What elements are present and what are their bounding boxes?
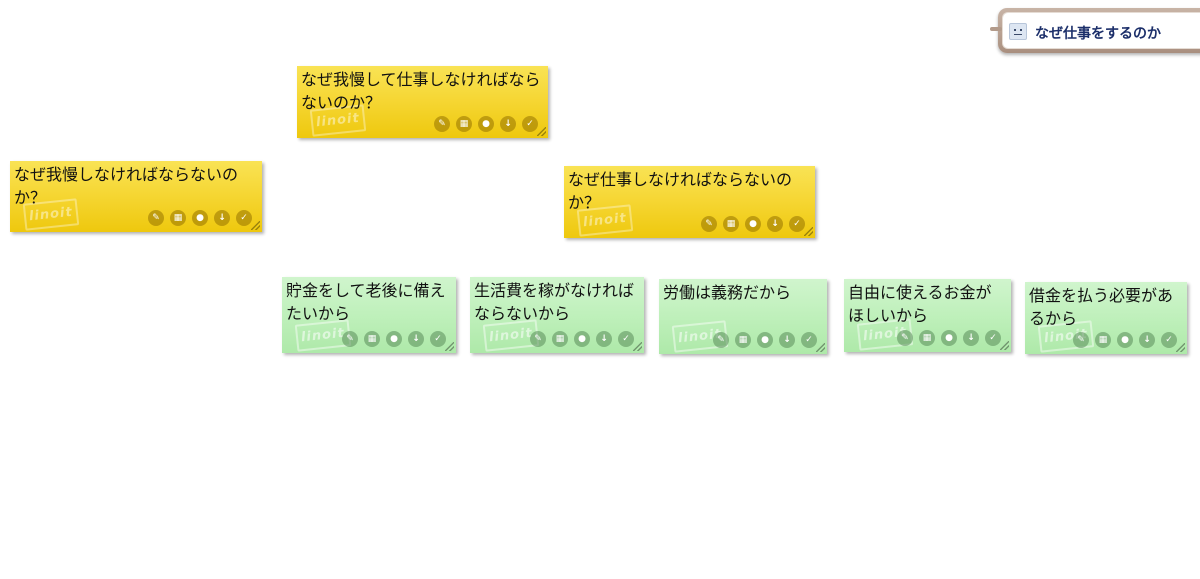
note-actions: ✎ ▦ ● ↓ ✓ — [530, 331, 634, 347]
edit-icon[interactable]: ✎ — [1073, 332, 1089, 348]
note-actions: ✎ ▦ ● ↓ ✓ — [897, 330, 1001, 346]
sticky-note[interactable]: 貯金をして老後に備えたいから linoit ✎ ▦ ● ↓ ✓ — [282, 277, 456, 353]
check-icon[interactable]: ✓ — [801, 332, 817, 348]
resize-handle[interactable] — [804, 227, 813, 236]
note-actions: ✎ ▦ ● ↓ ✓ — [434, 116, 538, 132]
resize-handle[interactable] — [633, 342, 642, 351]
user-icon[interactable]: ● — [745, 216, 761, 232]
resize-handle[interactable] — [1000, 341, 1009, 350]
board-tab-inner: なぜ仕事をするのか — [1002, 12, 1200, 49]
user-icon[interactable]: ● — [574, 331, 590, 347]
check-icon[interactable]: ✓ — [236, 210, 252, 226]
note-text: 貯金をして老後に備えたいから — [286, 281, 446, 323]
board-tab[interactable]: なぜ仕事をするのか — [990, 8, 1200, 53]
sticky-note[interactable]: なぜ仕事しなければならないのか？ linoit ✎ ▦ ● ↓ ✓ — [564, 166, 815, 238]
user-icon[interactable]: ● — [478, 116, 494, 132]
sticky-note[interactable]: 労働は義務だから linoit ✎ ▦ ● ↓ ✓ — [659, 279, 827, 354]
edit-icon[interactable]: ✎ — [701, 216, 717, 232]
note-text: 借金を払う必要があるから — [1029, 286, 1174, 328]
download-icon[interactable]: ↓ — [214, 210, 230, 226]
note-actions: ✎ ▦ ● ↓ ✓ — [1073, 332, 1177, 348]
user-icon[interactable]: ● — [757, 332, 773, 348]
download-icon[interactable]: ↓ — [767, 216, 783, 232]
resize-handle[interactable] — [816, 343, 825, 352]
resize-handle[interactable] — [445, 342, 454, 351]
resize-handle[interactable] — [251, 221, 260, 230]
calendar-icon[interactable]: ▦ — [735, 332, 751, 348]
check-icon[interactable]: ✓ — [789, 216, 805, 232]
user-icon[interactable]: ● — [941, 330, 957, 346]
sticky-note[interactable]: 借金を払う必要があるから linoit ✎ ▦ ● ↓ ✓ — [1025, 282, 1187, 354]
note-text: 生活費を稼がなければならないから — [474, 281, 635, 323]
user-icon[interactable]: ● — [192, 210, 208, 226]
note-text: なぜ仕事しなければならないのか？ — [568, 170, 793, 212]
download-icon[interactable]: ↓ — [500, 116, 516, 132]
download-icon[interactable]: ↓ — [963, 330, 979, 346]
sticky-note[interactable]: 自由に使えるお金がほしいから linoit ✎ ▦ ● ↓ ✓ — [844, 279, 1011, 352]
board-tab-title[interactable]: なぜ仕事をするのか — [1035, 23, 1161, 43]
edit-icon[interactable]: ✎ — [713, 332, 729, 348]
user-icon[interactable]: ● — [1117, 332, 1133, 348]
calendar-icon[interactable]: ▦ — [1095, 332, 1111, 348]
sticky-note[interactable]: なぜ我慢しなければならないのか？ linoit ✎ ▦ ● ↓ ✓ — [10, 161, 262, 232]
calendar-icon[interactable]: ▦ — [919, 330, 935, 346]
edit-icon[interactable]: ✎ — [342, 331, 358, 347]
note-text: 自由に使えるお金がほしいから — [848, 283, 992, 325]
edit-icon[interactable]: ✎ — [148, 210, 164, 226]
edit-icon[interactable]: ✎ — [434, 116, 450, 132]
calendar-icon[interactable]: ▦ — [723, 216, 739, 232]
note-text: なぜ我慢して仕事しなければならないのか？ — [301, 70, 541, 112]
calendar-icon[interactable]: ▦ — [552, 331, 568, 347]
download-icon[interactable]: ↓ — [408, 331, 424, 347]
board-face-icon — [1009, 23, 1027, 40]
check-icon[interactable]: ✓ — [618, 331, 634, 347]
note-actions: ✎ ▦ ● ↓ ✓ — [148, 210, 252, 226]
sticky-note[interactable]: 生活費を稼がなければならないから linoit ✎ ▦ ● ↓ ✓ — [470, 277, 644, 353]
edit-icon[interactable]: ✎ — [897, 330, 913, 346]
resize-handle[interactable] — [1176, 343, 1185, 352]
note-text: 労働は義務だから — [663, 283, 792, 302]
note-text: なぜ我慢しなければならないのか？ — [14, 165, 239, 207]
check-icon[interactable]: ✓ — [430, 331, 446, 347]
resize-handle[interactable] — [537, 127, 546, 136]
edit-icon[interactable]: ✎ — [530, 331, 546, 347]
calendar-icon[interactable]: ▦ — [364, 331, 380, 347]
calendar-icon[interactable]: ▦ — [456, 116, 472, 132]
check-icon[interactable]: ✓ — [1161, 332, 1177, 348]
note-actions: ✎ ▦ ● ↓ ✓ — [701, 216, 805, 232]
download-icon[interactable]: ↓ — [1139, 332, 1155, 348]
download-icon[interactable]: ↓ — [596, 331, 612, 347]
note-actions: ✎ ▦ ● ↓ ✓ — [713, 332, 817, 348]
check-icon[interactable]: ✓ — [985, 330, 1001, 346]
user-icon[interactable]: ● — [386, 331, 402, 347]
sticky-note[interactable]: なぜ我慢して仕事しなければならないのか？ linoit ✎ ▦ ● ↓ ✓ — [297, 66, 548, 138]
download-icon[interactable]: ↓ — [779, 332, 795, 348]
note-actions: ✎ ▦ ● ↓ ✓ — [342, 331, 446, 347]
check-icon[interactable]: ✓ — [522, 116, 538, 132]
calendar-icon[interactable]: ▦ — [170, 210, 186, 226]
